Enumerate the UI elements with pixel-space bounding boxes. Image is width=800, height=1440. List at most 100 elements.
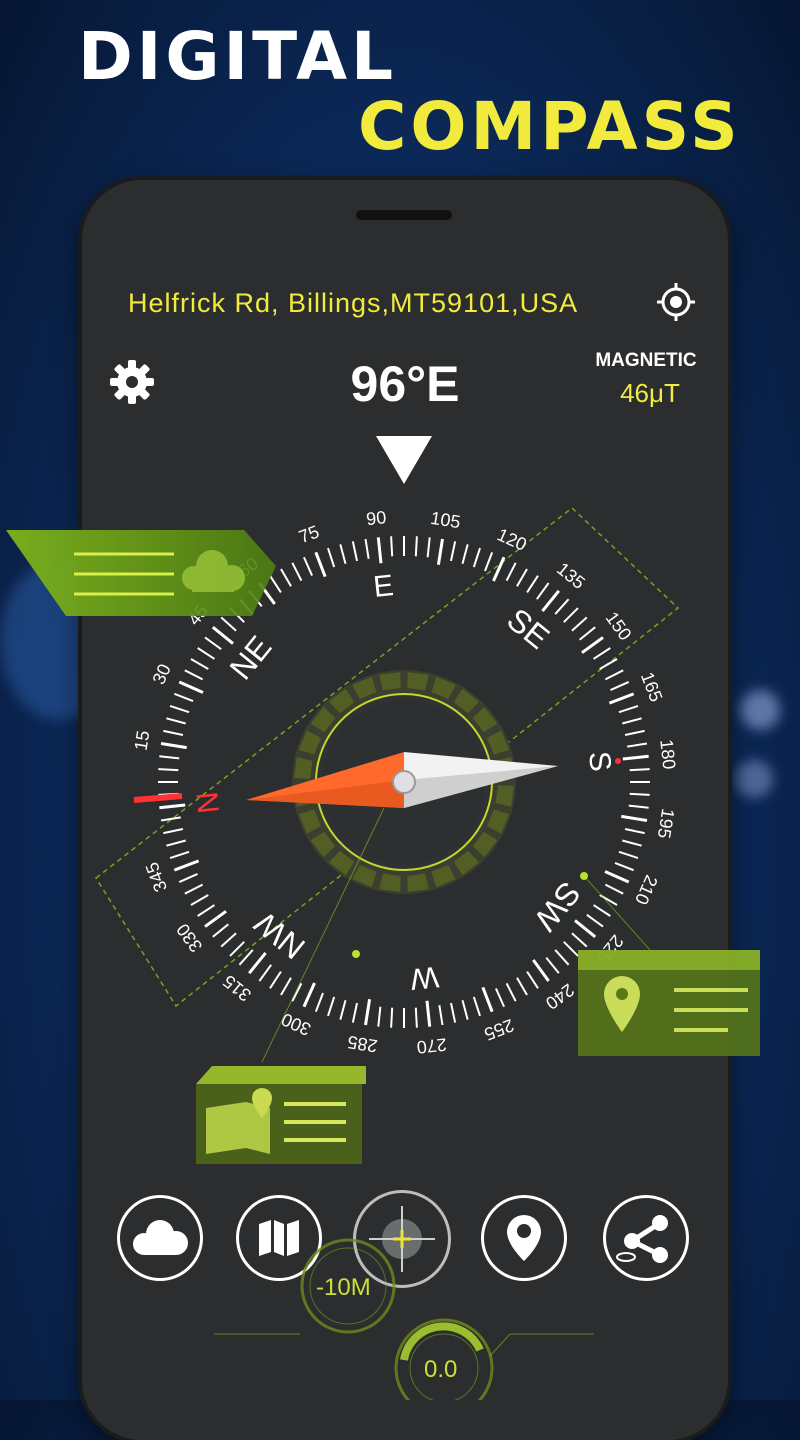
compass-tick	[314, 551, 327, 578]
compass-tick	[472, 996, 481, 1017]
compass-tick	[390, 536, 394, 557]
compass-tick	[169, 705, 190, 714]
compass-degree-label: 195	[654, 807, 678, 840]
compass-tick	[450, 1002, 457, 1023]
compass-tick	[248, 952, 267, 975]
compass-tick	[618, 705, 639, 714]
compass-tick	[212, 923, 229, 938]
compass-tick	[574, 919, 597, 938]
connector-dot	[580, 872, 588, 880]
compass-tick	[169, 850, 190, 859]
compass-tick	[327, 547, 336, 568]
compass-tick	[173, 859, 200, 872]
compass-tick	[184, 669, 204, 681]
compass-degree-label: 165	[637, 669, 666, 704]
compass-tick	[178, 680, 204, 694]
compass-tick	[628, 804, 649, 809]
compass-tick	[618, 850, 639, 859]
compass-tick	[327, 996, 336, 1017]
compass-tick	[158, 768, 179, 772]
compass-tick	[351, 1002, 358, 1023]
compass-degree-label: 315	[219, 971, 255, 1005]
location-button[interactable]	[481, 1195, 567, 1281]
altitude-value: -10M	[316, 1274, 371, 1301]
compass-cardinal-ne: NE	[223, 629, 279, 686]
compass-tick	[291, 982, 303, 1002]
map-icon	[259, 1220, 299, 1256]
compass-tick	[614, 862, 635, 872]
bezel-segment	[495, 785, 514, 807]
compass-tick	[438, 1005, 444, 1026]
bezel-segment	[379, 873, 401, 892]
weather-button[interactable]	[117, 1195, 203, 1281]
compass-tick	[197, 647, 216, 660]
compass-tick	[505, 562, 517, 582]
compass-degree-label: 330	[172, 920, 206, 956]
compass-tick	[178, 873, 198, 883]
bezel-segment	[407, 873, 429, 892]
compass-tick	[269, 970, 282, 989]
compass-tick	[592, 647, 611, 660]
connector-dot	[352, 950, 360, 958]
share-button[interactable]	[603, 1195, 689, 1281]
compass-degree-label: 15	[131, 729, 154, 752]
cloud-icon	[133, 1220, 188, 1255]
compass-tick	[579, 626, 596, 641]
compass-tick	[604, 883, 624, 895]
compass-tick	[166, 839, 186, 847]
compass-degree-label: 300	[278, 1009, 314, 1039]
compass-tick	[426, 537, 431, 558]
compass-tick	[425, 1000, 432, 1027]
compass-tick	[303, 556, 313, 576]
compass-tick	[581, 636, 604, 654]
compass-tick	[472, 547, 481, 568]
compass-cardinal-n: N	[191, 790, 226, 815]
compass-degree-label: 120	[494, 524, 530, 554]
compass-tick	[541, 589, 560, 612]
compass-tick	[339, 544, 347, 564]
compass-tick	[481, 986, 494, 1013]
location-pin-icon	[507, 1215, 541, 1261]
compass-degree-label: 345	[142, 859, 171, 894]
compass-tick	[610, 681, 630, 691]
compass-tick	[604, 669, 624, 681]
compass-tick	[414, 1007, 418, 1028]
compass-tick	[173, 692, 194, 702]
compass-tick	[554, 598, 570, 615]
compass-cardinal-w: W	[408, 960, 440, 996]
compass-tick	[190, 658, 209, 670]
compass-cardinal-sw: SW	[527, 875, 588, 938]
weather-card	[6, 530, 276, 616]
compass-degree-label: 75	[296, 521, 322, 547]
compass-tick	[163, 729, 184, 736]
compass-tick	[624, 729, 645, 736]
compass-tick	[505, 982, 517, 1002]
compass-tick	[197, 904, 216, 917]
compass-tick	[571, 932, 588, 948]
compass-tick	[622, 839, 642, 847]
compass-tick	[536, 582, 550, 600]
compass-tick	[302, 982, 316, 1008]
compass-tick	[436, 538, 444, 565]
compass-tick	[291, 562, 303, 582]
compass-tick	[621, 814, 648, 822]
south-marker-dot	[615, 758, 621, 764]
compass-tick	[211, 626, 234, 645]
compass-tick	[159, 755, 180, 760]
compass-tick	[629, 768, 650, 772]
compass-tick	[554, 949, 570, 966]
compass-degree-label: 150	[602, 608, 636, 644]
compass-tick	[624, 828, 645, 835]
compass-tick	[608, 692, 635, 705]
compass-degree-label: 180	[656, 738, 679, 770]
compass-cardinal-nw: NW	[247, 904, 312, 966]
compass-tick	[204, 910, 227, 928]
compass-tick	[629, 792, 650, 796]
map-card	[196, 1066, 366, 1164]
map-button[interactable]	[236, 1195, 322, 1281]
compass-tick	[532, 959, 550, 982]
compass-tick	[461, 544, 469, 564]
compass-tick	[220, 932, 237, 948]
compass-tick	[461, 1000, 469, 1020]
compass-tick	[516, 977, 528, 996]
